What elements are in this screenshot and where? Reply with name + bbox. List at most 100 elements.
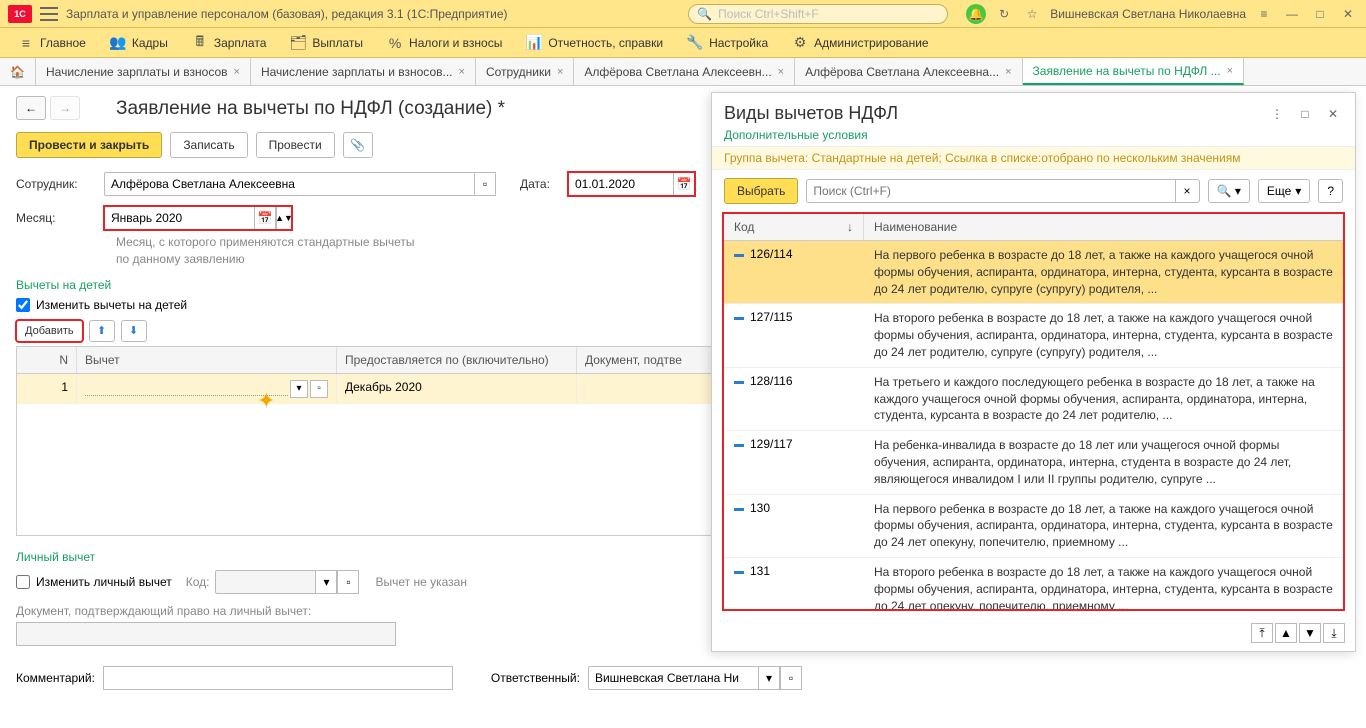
month-spinner[interactable]: ▲▼ bbox=[276, 206, 292, 230]
nav-item-4[interactable]: %Налоги и взносы bbox=[377, 31, 512, 55]
logo-1c: 1C bbox=[8, 5, 32, 23]
th-until[interactable]: Предоставляется по (включительно) bbox=[337, 347, 577, 373]
panel-th-name[interactable]: Наименование bbox=[864, 214, 1343, 240]
calendar-icon[interactable]: 📅 bbox=[673, 172, 695, 196]
row-code: 130 bbox=[750, 501, 770, 515]
cell-until[interactable]: Декабрь 2020 bbox=[337, 374, 577, 404]
nav-item-1[interactable]: 👥Кадры bbox=[100, 31, 178, 55]
responsible-open-icon[interactable]: ▫ bbox=[780, 666, 802, 690]
nav-item-3[interactable]: 🗂Выплаты bbox=[280, 31, 373, 55]
search-button[interactable]: 🔍 ▾ bbox=[1208, 179, 1250, 203]
panel-row[interactable]: ▬127/115На второго ребенка в возрасте до… bbox=[724, 304, 1343, 367]
date-label: Дата: bbox=[520, 177, 560, 191]
maximize-icon[interactable]: □ bbox=[1310, 4, 1330, 24]
nav-up-icon[interactable]: ▲ bbox=[1275, 623, 1297, 643]
tab-5[interactable]: Заявление на вычеты по НДФЛ ...× bbox=[1023, 58, 1245, 85]
tab-close-icon[interactable]: × bbox=[1005, 66, 1011, 78]
code-open-icon[interactable]: ▫ bbox=[337, 570, 359, 594]
month-calendar-icon[interactable]: 📅 bbox=[254, 206, 276, 230]
nav-last-icon[interactable]: ⤓ bbox=[1323, 623, 1345, 643]
nav-item-2[interactable]: 🖩Зарплата bbox=[182, 31, 277, 55]
minimize-icon[interactable]: — bbox=[1282, 4, 1302, 24]
menu-icon[interactable] bbox=[40, 7, 58, 21]
move-down-button[interactable]: ⬇ bbox=[121, 320, 147, 342]
panel-search-input[interactable] bbox=[806, 179, 1175, 203]
nav-icon: 👥 bbox=[110, 35, 126, 51]
personal-checkbox[interactable] bbox=[16, 575, 30, 589]
panel-row[interactable]: ▬131На второго ребенка в возрасте до 18 … bbox=[724, 558, 1343, 609]
nav-icon: 🗂 bbox=[290, 35, 306, 51]
tab-close-icon[interactable]: × bbox=[557, 66, 563, 78]
nav-icon: 📊 bbox=[526, 35, 542, 51]
panel-sub-link[interactable]: Дополнительные условия bbox=[712, 128, 1355, 146]
date-field[interactable] bbox=[568, 172, 673, 196]
help-button[interactable]: ? bbox=[1318, 179, 1343, 203]
nav-item-6[interactable]: 🔧Настройка bbox=[677, 31, 778, 55]
tab-close-icon[interactable]: × bbox=[234, 66, 240, 78]
nav-label: Главное bbox=[40, 36, 86, 50]
nav-item-0[interactable]: ≡Главное bbox=[8, 31, 96, 55]
save-button[interactable]: Записать bbox=[170, 132, 247, 158]
add-button[interactable]: Добавить bbox=[16, 320, 83, 342]
th-vychet[interactable]: Вычет bbox=[77, 347, 337, 373]
bell-icon[interactable]: 🔔 bbox=[966, 4, 986, 24]
employee-open-icon[interactable]: ▫ bbox=[474, 172, 496, 196]
responsible-dropdown-icon[interactable]: ▾ bbox=[758, 666, 780, 690]
open-icon[interactable]: ▫ bbox=[310, 380, 328, 398]
employee-field[interactable] bbox=[104, 172, 474, 196]
nav-first-icon[interactable]: ⤒ bbox=[1251, 623, 1273, 643]
code-dropdown-icon[interactable]: ▾ bbox=[315, 570, 337, 594]
global-search[interactable]: 🔍 Поиск Ctrl+Shift+F bbox=[688, 4, 948, 24]
search-icon: 🔍 bbox=[697, 7, 712, 21]
row-code: 131 bbox=[750, 564, 770, 578]
user-name: Вишневская Светлана Николаевна bbox=[1050, 7, 1246, 21]
nav-label: Настройка bbox=[709, 36, 768, 50]
nav-down-icon[interactable]: ▼ bbox=[1299, 623, 1321, 643]
forward-button[interactable]: → bbox=[50, 96, 80, 120]
tab-0[interactable]: Начисление зарплаты и взносов × bbox=[36, 58, 251, 85]
select-button[interactable]: Выбрать bbox=[724, 178, 798, 204]
row-marker-icon: ▬ bbox=[734, 312, 744, 323]
post-button[interactable]: Провести bbox=[256, 132, 335, 158]
nav-item-5[interactable]: 📊Отчетность, справки bbox=[516, 31, 673, 55]
panel-row[interactable]: ▬128/116На третьего и каждого последующе… bbox=[724, 368, 1343, 431]
tab-1[interactable]: Начисление зарплаты и взносов... × bbox=[251, 58, 476, 85]
code-label: Код: bbox=[186, 575, 210, 589]
panel-menu-icon[interactable]: ⋮ bbox=[1267, 104, 1287, 124]
panel-row[interactable]: ▬130На первого ребенка в возрасте до 18 … bbox=[724, 495, 1343, 558]
tab-home[interactable]: 🏠 bbox=[0, 58, 36, 85]
nav-item-7[interactable]: ⚙Администрирование bbox=[782, 31, 938, 55]
panel-row[interactable]: ▬129/117На ребенка-инвалида в возрасте д… bbox=[724, 431, 1343, 494]
tab-label: Начисление зарплаты и взносов bbox=[46, 65, 228, 79]
tab-2[interactable]: Сотрудники× bbox=[476, 58, 574, 85]
tab-4[interactable]: Алфёрова Светлана Алексеевна...× bbox=[795, 58, 1022, 85]
panel-maximize-icon[interactable]: □ bbox=[1295, 104, 1315, 124]
filter-icon[interactable]: ≡ bbox=[1254, 4, 1274, 24]
post-close-button[interactable]: Провести и закрыть bbox=[16, 132, 162, 158]
close-icon[interactable]: ✕ bbox=[1338, 4, 1358, 24]
star-icon[interactable]: ☆ bbox=[1022, 4, 1042, 24]
back-button[interactable]: ← bbox=[16, 96, 46, 120]
panel-row[interactable]: ▬126/114На первого ребенка в возрасте до… bbox=[724, 241, 1343, 304]
responsible-field[interactable] bbox=[588, 666, 758, 690]
move-up-button[interactable]: ⬆ bbox=[89, 320, 115, 342]
th-n[interactable]: N bbox=[17, 347, 77, 373]
panel-th-code[interactable]: Код↓ bbox=[724, 214, 864, 240]
tab-close-icon[interactable]: × bbox=[1227, 65, 1233, 77]
tab-3[interactable]: Алфёрова Светлана Алексеевн...× bbox=[574, 58, 795, 85]
more-button[interactable]: Еще ▾ bbox=[1258, 179, 1310, 203]
cell-vychet[interactable]: ▾ ▫ ✦ bbox=[77, 374, 337, 404]
tab-close-icon[interactable]: × bbox=[778, 66, 784, 78]
dropdown-icon[interactable]: ▾ bbox=[290, 380, 308, 398]
attach-button[interactable]: 📎 bbox=[343, 132, 373, 158]
row-desc: На первого ребенка в возрасте до 18 лет,… bbox=[864, 501, 1343, 551]
panel-close-icon[interactable]: ✕ bbox=[1323, 104, 1343, 124]
tab-close-icon[interactable]: × bbox=[459, 66, 465, 78]
children-checkbox[interactable] bbox=[16, 298, 30, 312]
history-icon[interactable]: ↻ bbox=[994, 4, 1014, 24]
tab-label: Начисление зарплаты и взносов... bbox=[261, 65, 453, 79]
clear-search-icon[interactable]: × bbox=[1176, 179, 1200, 203]
row-marker-icon: ▬ bbox=[734, 249, 744, 260]
comment-field[interactable] bbox=[103, 666, 453, 690]
month-field[interactable] bbox=[104, 206, 254, 230]
